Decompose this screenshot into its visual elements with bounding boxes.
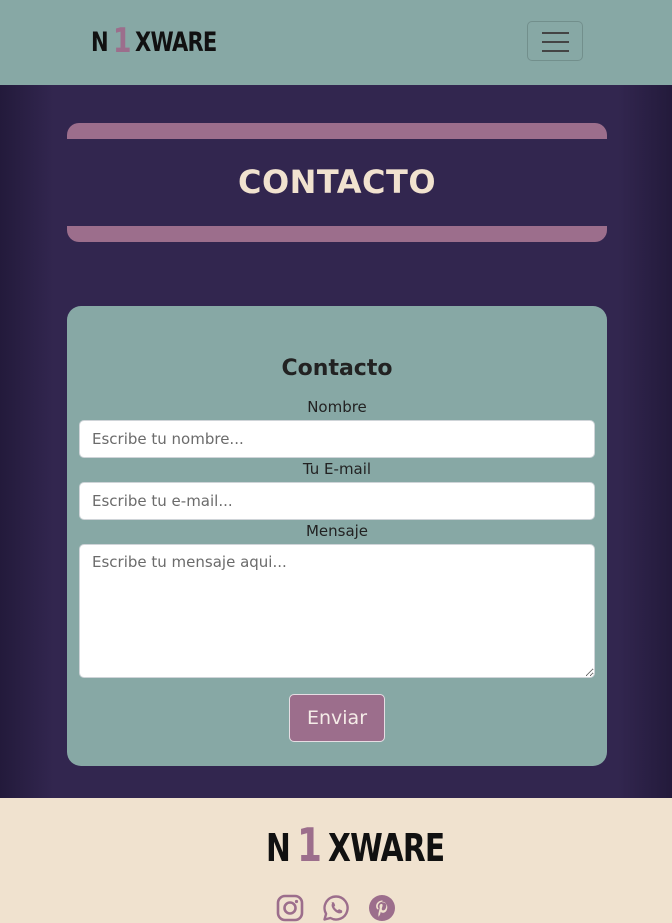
message-label: Mensaje <box>305 522 369 540</box>
footer: N 1 XWARE <box>0 798 672 923</box>
footer-brand-logo[interactable]: N 1 XWARE <box>266 822 477 868</box>
email-field[interactable] <box>79 482 595 520</box>
contact-form: Contacto Nombre Tu E-mail Mensaje Enviar <box>67 306 607 766</box>
page-title-box: CONTACTO <box>67 123 607 242</box>
navbar: N 1 XWARE <box>0 0 672 85</box>
instagram-icon[interactable] <box>276 894 304 922</box>
whatsapp-icon[interactable] <box>322 894 350 922</box>
page-title: CONTACTO <box>237 163 437 201</box>
pinterest-icon[interactable] <box>368 894 396 922</box>
footer-logo-text-n: N <box>266 826 291 870</box>
submit-button[interactable]: Enviar <box>289 694 385 742</box>
hamburger-menu-icon-line <box>542 41 569 43</box>
main-content: CONTACTO Contacto Nombre Tu E-mail Mensa… <box>0 85 672 798</box>
name-label: Nombre <box>307 398 367 416</box>
logo-text-n: N <box>91 27 109 58</box>
name-field[interactable] <box>79 420 595 458</box>
form-title: Contacto <box>281 356 393 381</box>
logo-text-xware: XWARE <box>135 27 217 58</box>
footer-logo-text-one: 1 <box>296 818 322 872</box>
footer-logo-text-xware: XWARE <box>327 826 445 870</box>
logo-text-one: 1 <box>112 21 131 61</box>
email-label: Tu E-mail <box>302 460 372 478</box>
brand-logo[interactable]: N 1 XWARE <box>91 22 240 58</box>
hamburger-menu-icon-line <box>542 50 569 52</box>
title-band-top <box>67 123 607 139</box>
title-band-bottom <box>67 226 607 242</box>
message-field[interactable] <box>79 544 595 678</box>
menu-toggle-button[interactable] <box>527 21 583 61</box>
hamburger-menu-icon <box>542 32 569 34</box>
